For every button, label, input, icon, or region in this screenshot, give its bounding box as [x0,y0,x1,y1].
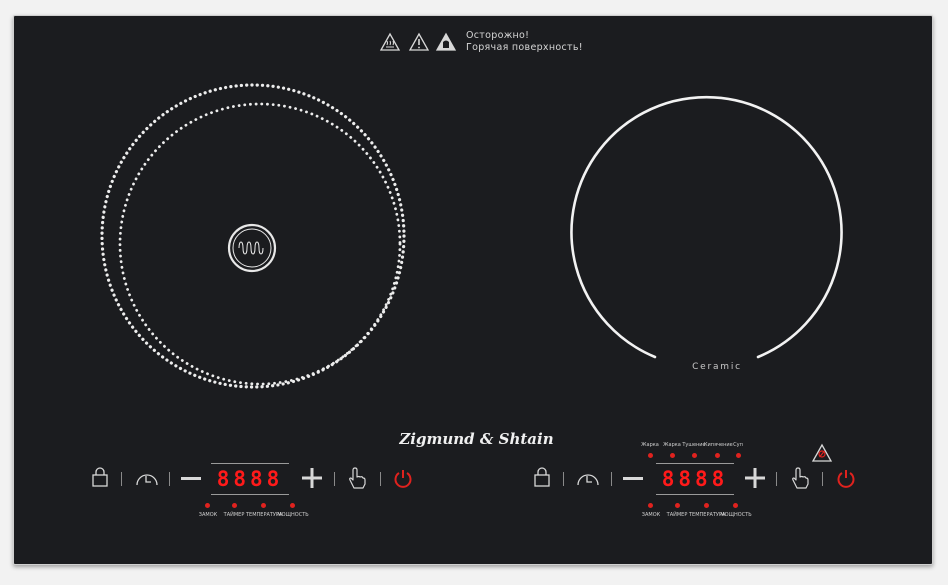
mode-label-3: Тушение [682,442,706,448]
mode-led-2[interactable] [670,453,675,458]
warning-icon [408,32,430,51]
mode-label-2: Жарка [663,442,681,448]
hot-surface-icon [379,32,401,51]
power-icon[interactable] [836,468,856,488]
mode-led-4[interactable] [715,453,720,458]
separator [611,472,612,486]
lock-icon[interactable] [91,467,109,487]
label-power: МОЩНОСТЬ [720,512,752,518]
minus-icon[interactable] [623,477,643,481]
warning-text: Осторожно! Горячая поверхность! [466,30,583,54]
led-lock [648,503,653,508]
label-timer: ТАЙМЕР [666,512,688,518]
timer-icon[interactable] [575,467,601,487]
mode-label-1: Жарка [641,442,659,448]
minus-icon[interactable] [181,477,201,481]
led-temperature [261,503,266,508]
mode-led-1[interactable] [648,453,653,458]
mode-led-3[interactable] [692,453,697,458]
ceramic-zone-right[interactable] [569,91,849,371]
timer-icon[interactable] [134,467,160,487]
separator [822,472,823,486]
ceramic-label: Ceramic [692,362,742,372]
right-display: 8888 [656,463,734,495]
label-power: МОЩНОСТЬ [277,512,309,518]
label-lock: ЗАМОК [198,512,218,518]
brand-logo: Zigmund & Shtain [399,430,554,448]
separator [121,472,122,486]
warning-icons [379,32,457,51]
touch-icon[interactable] [347,466,367,490]
label-timer: ТАЙМЕР [223,512,245,518]
led-lock [205,503,210,508]
mode-led-5[interactable] [736,453,741,458]
label-lock: ЗАМОК [641,512,661,518]
label-temperature: ТЕМПЕРАТУРА [689,512,726,518]
separator [380,472,381,486]
separator [334,472,335,486]
lock-icon[interactable] [533,467,551,487]
power-icon[interactable] [393,468,413,488]
touch-icon[interactable] [790,466,810,490]
child-lock-warning-icon [811,443,833,462]
cooktop-glass-panel: Осторожно! Горячая поверхность! Ceramic … [13,15,933,565]
led-temperature [704,503,709,508]
warning-line-1: Осторожно! [466,30,530,41]
left-display: 8888 [211,463,289,495]
led-timer [232,503,237,508]
led-power [290,503,295,508]
plus-icon[interactable] [302,468,322,488]
induction-zone-left[interactable] [94,81,414,401]
mode-label-5: Суп [733,442,743,448]
induction-coil-icon [227,223,277,273]
separator [776,472,777,486]
separator [169,472,170,486]
warning-line-2: Горячая поверхность! [466,42,583,53]
plus-icon[interactable] [745,468,765,488]
separator [563,472,564,486]
burn-hazard-icon [435,32,457,51]
led-power [733,503,738,508]
mode-label-4: Кипячение [704,442,733,448]
label-temperature: ТЕМПЕРАТУРА [246,512,283,518]
led-timer [675,503,680,508]
